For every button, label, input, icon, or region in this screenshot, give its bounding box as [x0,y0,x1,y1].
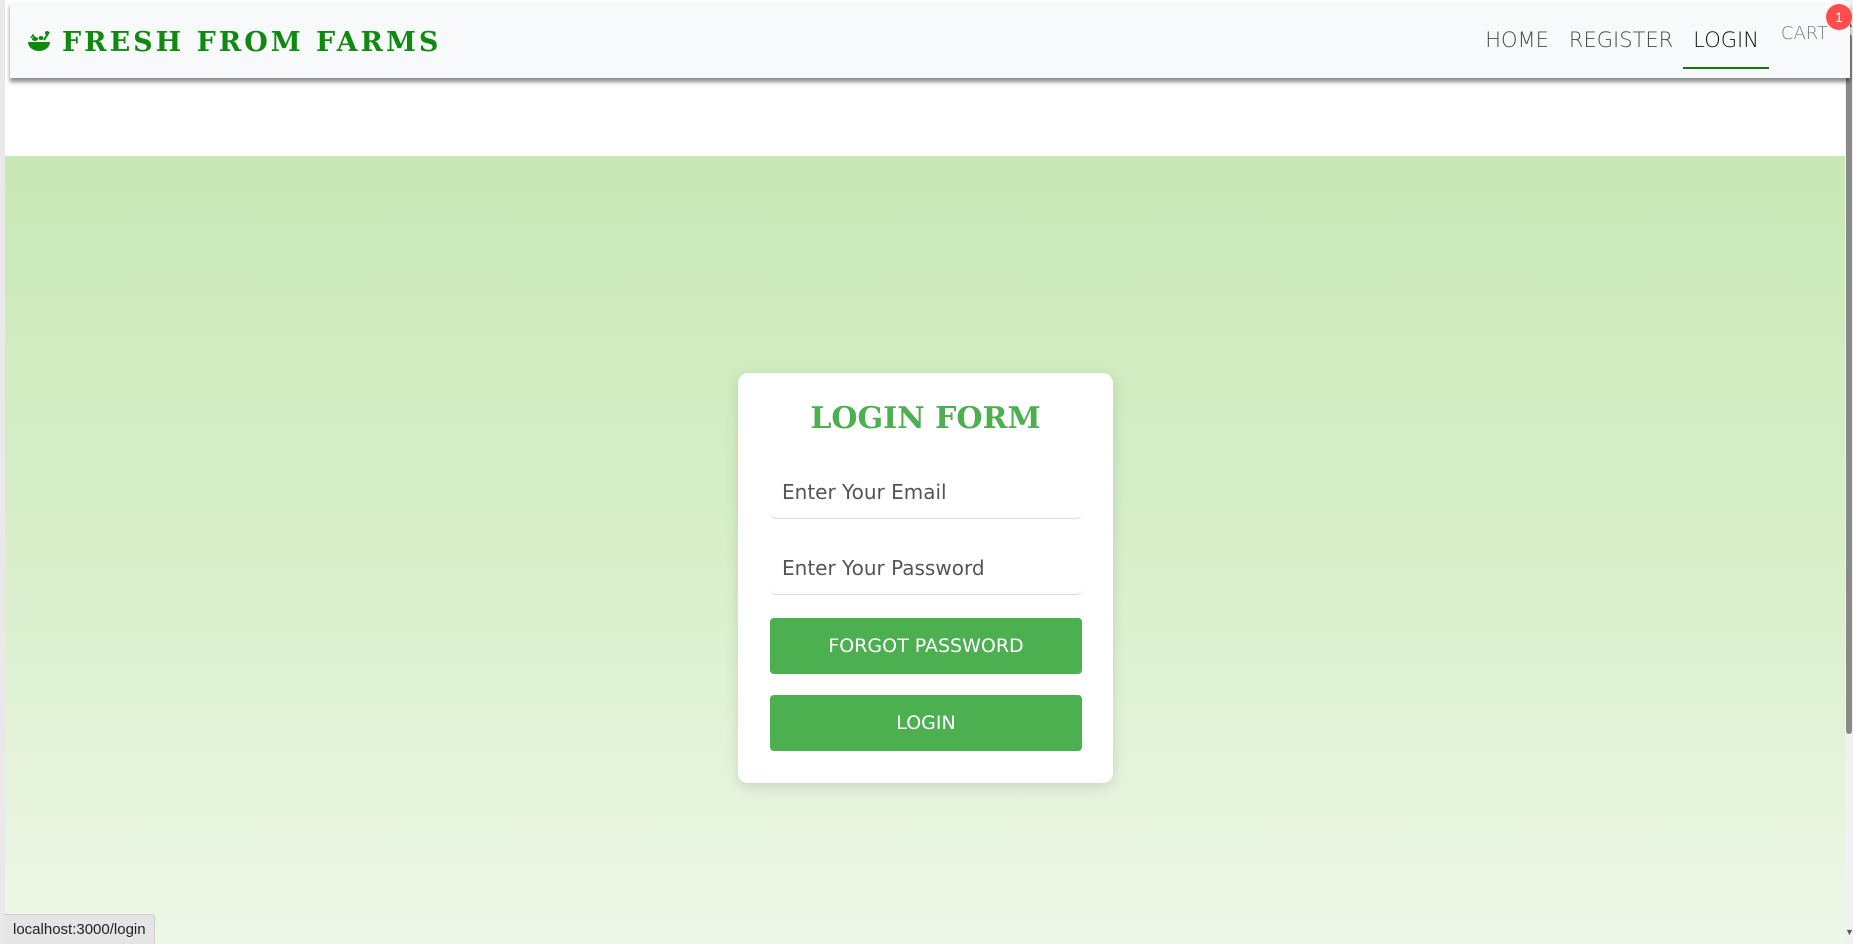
brand-link[interactable]: FRESH FROM FARMS [26,22,441,62]
password-input[interactable] [770,541,1082,595]
scroll-down-icon[interactable]: ▼ [1845,926,1853,938]
login-card: LOGIN FORM FORGOT PASSWORD LOGIN [738,373,1113,783]
forgot-password-button[interactable]: FORGOT PASSWORD [770,618,1082,674]
nav-cart-link[interactable]: CART 1 [1769,2,1852,78]
cart-label: CART [1780,23,1828,44]
nav-home-link[interactable]: HOME [1475,2,1559,78]
salad-bowl-icon [28,31,50,51]
scrollbar-thumb[interactable] [1846,34,1852,734]
login-button[interactable]: LOGIN [770,695,1082,751]
nav-links: HOME REGISTER LOGIN CART 1 [1475,2,1852,78]
navbar: FRESH FROM FARMS HOME REGISTER LOGIN CAR… [10,2,1852,78]
brand-name: FRESH FROM FARMS [62,26,442,58]
cart-count-badge: 1 [1826,4,1852,30]
email-input[interactable] [770,465,1082,519]
vertical-scrollbar[interactable]: ▲ ▼ [1845,0,1853,944]
page: FRESH FROM FARMS HOME REGISTER LOGIN CAR… [0,0,1853,944]
nav-register-link[interactable]: REGISTER [1559,2,1683,78]
form-title: LOGIN FORM [810,401,1041,436]
nav-login-link[interactable]: LOGIN [1683,2,1769,78]
hero-section: LOGIN FORM FORGOT PASSWORD LOGIN [5,156,1845,944]
status-url-bar: localhost:3000/login [5,914,155,944]
